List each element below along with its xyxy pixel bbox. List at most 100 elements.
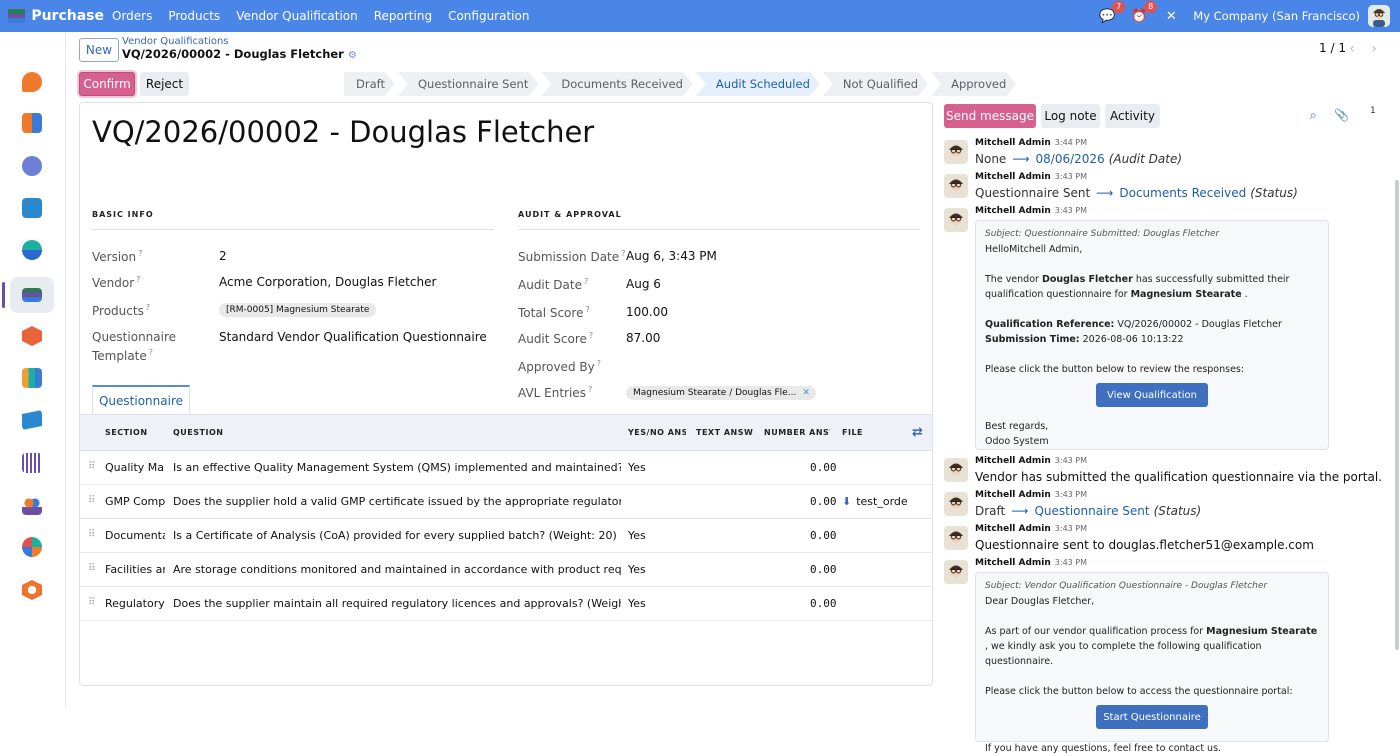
version-value[interactable]: 2: [219, 249, 227, 263]
tab-questionnaire[interactable]: Questionnaire: [92, 385, 190, 415]
help-icon[interactable]: ?: [146, 303, 150, 312]
author-name[interactable]: Mitchell Admin: [975, 172, 1051, 182]
cell-question[interactable]: Is a Certificate of Analysis (CoA) provi…: [173, 529, 621, 542]
cell-section[interactable]: Documentation: [105, 529, 165, 542]
search-icon[interactable]: ⌕: [1310, 108, 1317, 123]
menu-vendor-qualification[interactable]: Vendor Qualification: [228, 0, 366, 32]
sidebar-app-website[interactable]: [10, 232, 54, 268]
stage-documents-received[interactable]: Documents Received: [541, 72, 693, 96]
author-name[interactable]: Mitchell Admin: [975, 456, 1051, 466]
chat-icon[interactable]: 💬7: [1097, 6, 1117, 26]
col-file[interactable]: FILE: [842, 428, 872, 437]
author-avatar[interactable]: [944, 458, 968, 482]
author-avatar[interactable]: [944, 560, 968, 584]
pager-next-icon[interactable]: ›: [1364, 38, 1384, 60]
col-question[interactable]: QUESTION: [173, 428, 233, 437]
product-tag[interactable]: [RM-0005] Magnesium Stearate: [219, 303, 376, 317]
activity-clock-icon[interactable]: ⏰8: [1129, 6, 1149, 26]
vendor-value[interactable]: Acme Corporation, Douglas Fletcher: [219, 275, 436, 289]
products-field[interactable]: [RM-0005] Magnesium Stearate: [219, 301, 376, 317]
message-author[interactable]: Mitchell Admin3:43 PM: [975, 172, 1087, 182]
column-settings-icon[interactable]: ⇄: [912, 425, 923, 440]
cell-number[interactable]: 0.00: [810, 529, 850, 542]
menu-configuration[interactable]: Configuration: [440, 0, 537, 32]
sidebar-app-purchase[interactable]: [10, 277, 54, 313]
activity-button[interactable]: Activity: [1105, 104, 1160, 128]
start-questionnaire-button[interactable]: Start Questionnaire: [1096, 705, 1208, 729]
record-title[interactable]: VQ/2026/00002 - Douglas Fletcher: [92, 115, 594, 149]
sidebar-app-reporting[interactable]: [10, 529, 54, 565]
download-icon[interactable]: ⬇: [842, 495, 851, 508]
tools-icon[interactable]: ✕: [1161, 6, 1181, 26]
help-icon[interactable]: ?: [138, 249, 142, 258]
sidebar-app-employees[interactable]: [10, 487, 54, 523]
sidebar-app-accounting[interactable]: [10, 360, 54, 396]
cell-yesno[interactable]: Yes: [628, 529, 686, 542]
help-icon[interactable]: ?: [585, 305, 589, 314]
view-qualification-button[interactable]: View Qualification: [1096, 383, 1208, 407]
cell-section[interactable]: Regulatory: [105, 597, 165, 610]
sidebar-app-dashboards[interactable]: [10, 105, 54, 141]
send-message-button[interactable]: Send message: [944, 104, 1036, 128]
app-brand[interactable]: Purchase: [0, 8, 104, 24]
drag-handle-icon[interactable]: ⠿: [88, 495, 95, 506]
drag-handle-icon[interactable]: ⠿: [88, 461, 95, 472]
cell-section[interactable]: Quality Management: [105, 461, 165, 474]
message-author[interactable]: Mitchell Admin3:43 PM: [975, 490, 1087, 500]
cell-yesno[interactable]: Yes: [628, 597, 686, 610]
stage-not-qualified[interactable]: Not Qualified: [823, 72, 928, 96]
message-author[interactable]: Mitchell Admin3:43 PM: [975, 524, 1087, 534]
help-icon[interactable]: ?: [597, 359, 601, 368]
reject-button[interactable]: Reject: [140, 72, 189, 96]
message-author[interactable]: Mitchell Admin3:43 PM: [975, 456, 1087, 466]
drag-handle-icon[interactable]: ⠿: [88, 563, 95, 574]
cell-file[interactable]: ⬇test_order: [842, 495, 908, 508]
author-name[interactable]: Mitchell Admin: [975, 558, 1051, 568]
help-icon[interactable]: ?: [136, 275, 140, 284]
stage-questionnaire-sent[interactable]: Questionnaire Sent: [398, 72, 538, 96]
help-icon[interactable]: ?: [589, 331, 593, 340]
sidebar-app-sales[interactable]: [10, 190, 54, 226]
avl-tag[interactable]: Magnesium Stearate / Douglas Fle...✕: [626, 386, 816, 400]
chatter-scrollbar[interactable]: [1394, 102, 1400, 642]
sidebar-app-barcode[interactable]: [10, 445, 54, 481]
cell-number[interactable]: 0.00: [810, 597, 850, 610]
author-avatar[interactable]: [944, 492, 968, 516]
confirm-button[interactable]: Confirm: [79, 72, 135, 96]
log-note-button[interactable]: Log note: [1041, 104, 1100, 128]
audit-date-value[interactable]: Aug 6: [626, 277, 661, 291]
author-avatar[interactable]: [944, 140, 968, 164]
author-name[interactable]: Mitchell Admin: [975, 206, 1051, 216]
help-icon[interactable]: ?: [149, 348, 153, 357]
sidebar-app-discuss[interactable]: [10, 64, 54, 100]
cell-number[interactable]: 0.00: [810, 461, 850, 474]
col-yesno[interactable]: YES/NO ANSWER: [628, 428, 686, 437]
company-switcher[interactable]: My Company (San Francisco): [1193, 9, 1360, 23]
submission-date-value[interactable]: Aug 6, 3:43 PM: [626, 249, 717, 263]
sidebar-app-crm[interactable]: [10, 148, 54, 184]
menu-orders[interactable]: Orders: [104, 0, 160, 32]
help-icon[interactable]: ?: [621, 249, 625, 258]
author-name[interactable]: Mitchell Admin: [975, 490, 1051, 500]
message-author[interactable]: Mitchell Admin3:43 PM: [975, 558, 1087, 568]
table-row[interactable]: ⠿ Facilities and Storage Are storage con…: [80, 553, 932, 587]
avl-entries-field[interactable]: Magnesium Stearate / Douglas Fle...✕: [626, 384, 816, 400]
audit-score-value[interactable]: 87.00: [626, 331, 660, 345]
drag-handle-icon[interactable]: ⠿: [88, 597, 95, 608]
author-name[interactable]: Mitchell Admin: [975, 138, 1051, 148]
sidebar-app-inventory[interactable]: [10, 318, 54, 354]
author-name[interactable]: Mitchell Admin: [975, 524, 1051, 534]
pager-previous-icon[interactable]: ‹: [1342, 38, 1362, 60]
cell-question[interactable]: Does the supplier maintain all required …: [173, 597, 621, 610]
scrollbar-thumb[interactable]: [1395, 180, 1399, 650]
follower-count[interactable]: 1: [1370, 106, 1376, 116]
sidebar-app-settings[interactable]: [10, 572, 54, 608]
drag-handle-icon[interactable]: ⠿: [88, 529, 95, 540]
message-author[interactable]: Mitchell Admin3:44 PM: [975, 138, 1087, 148]
cell-question[interactable]: Is an effective Quality Management Syste…: [173, 461, 621, 474]
message-author[interactable]: Mitchell Admin3:43 PM: [975, 206, 1087, 216]
author-avatar[interactable]: [944, 174, 968, 198]
stage-approved[interactable]: Approved: [931, 72, 1016, 96]
template-value[interactable]: Standard Vendor Qualification Questionna…: [219, 330, 487, 344]
cell-number[interactable]: 0.00: [810, 563, 850, 576]
